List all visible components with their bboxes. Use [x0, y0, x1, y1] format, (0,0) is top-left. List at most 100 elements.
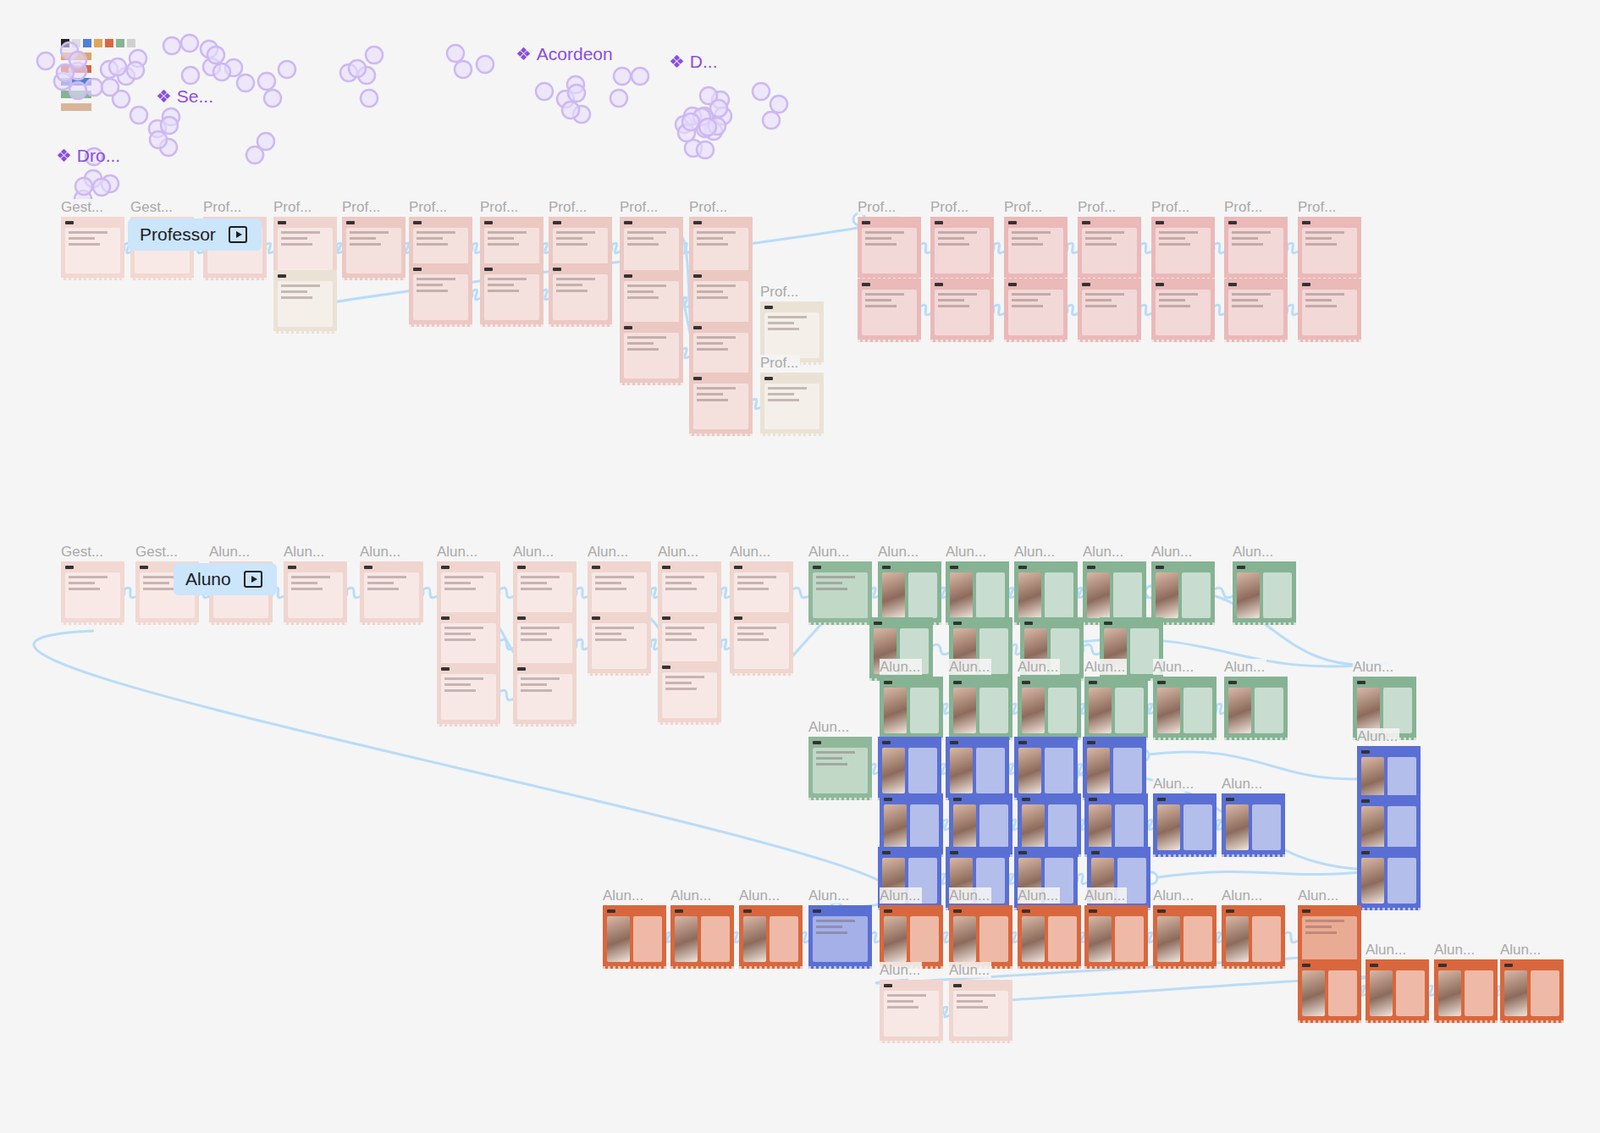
frame-label[interactable]: Prof...	[760, 354, 800, 371]
frame-label[interactable]: Alun...	[879, 961, 922, 978]
frame-label[interactable]: Prof...	[1224, 198, 1264, 216]
prototype-frame[interactable]: Prof...	[760, 372, 824, 436]
frame-label[interactable]: Alun...	[808, 718, 851, 735]
prototype-frame[interactable]	[657, 661, 722, 725]
component-label[interactable]: ❖Dro...	[55, 145, 121, 166]
prototype-frame[interactable]: Alun...	[877, 561, 942, 625]
prototype-frame[interactable]	[1082, 736, 1147, 800]
frame-label[interactable]: Prof...	[203, 198, 243, 216]
prototype-frame[interactable]: Alun...	[808, 561, 872, 625]
prototype-frame[interactable]	[587, 612, 652, 676]
prototype-frame[interactable]: Alun...	[1082, 561, 1147, 625]
prototype-frame[interactable]	[945, 736, 1010, 800]
frame-label[interactable]: Gest...	[60, 198, 105, 216]
prototype-frame[interactable]: Prof...	[1077, 216, 1142, 281]
frame-label[interactable]: Prof...	[1004, 198, 1044, 216]
prototype-frame[interactable]	[930, 278, 994, 343]
prototype-frame[interactable]: Alun...	[1017, 676, 1082, 740]
frame-label[interactable]: Gest...	[135, 543, 180, 560]
prototype-frame[interactable]	[480, 263, 544, 327]
prototype-frame[interactable]: Alun...	[283, 561, 348, 625]
frame-label[interactable]: Prof...	[619, 198, 660, 216]
frame-label[interactable]: Alun...	[948, 887, 992, 904]
frame-label[interactable]: Prof...	[1297, 198, 1338, 216]
frame-label[interactable]: Alun...	[1017, 887, 1060, 904]
frame-label[interactable]: Alun...	[359, 543, 403, 560]
prototype-frame[interactable]: Alun...	[739, 904, 803, 969]
prototype-frame[interactable]: Alun...	[1017, 904, 1082, 969]
frame-label[interactable]: Alun...	[670, 887, 713, 904]
prototype-frame[interactable]	[408, 263, 473, 327]
prototype-frame[interactable]	[436, 662, 501, 727]
prototype-frame[interactable]	[1151, 278, 1215, 343]
prototype-frame[interactable]: Alun...	[1365, 959, 1429, 1023]
frame-label[interactable]: Alun...	[1153, 658, 1196, 675]
frame-label[interactable]: Alun...	[1017, 658, 1060, 675]
prototype-frame[interactable]	[548, 263, 613, 327]
frame-label[interactable]: Alun...	[1084, 887, 1127, 904]
frame-label[interactable]: Gest...	[60, 543, 105, 560]
prototype-frame[interactable]: Prof...	[1151, 216, 1215, 281]
prototype-frame[interactable]	[1224, 278, 1288, 343]
frame-label[interactable]: Alun...	[948, 961, 992, 978]
prototype-frame[interactable]	[877, 736, 942, 800]
frame-label[interactable]: Alun...	[1153, 887, 1196, 904]
prototype-frame[interactable]: Alun...	[808, 736, 872, 800]
frame-label[interactable]: Alun...	[1297, 887, 1341, 904]
frame-label[interactable]: Alun...	[1014, 543, 1057, 560]
component-label[interactable]: ❖Se...	[155, 86, 214, 107]
flow-start-badge[interactable]: Aluno	[173, 562, 277, 596]
prototype-frame[interactable]: Alun...	[1153, 904, 1217, 969]
prototype-frame[interactable]	[619, 321, 684, 386]
frame-label[interactable]: Alun...	[1232, 543, 1275, 560]
frame-label[interactable]: Alun...	[657, 543, 701, 560]
prototype-frame[interactable]: Prof...	[1004, 216, 1068, 281]
frame-label[interactable]: Alun...	[1365, 941, 1408, 958]
prototype-frame[interactable]: Alun...	[879, 904, 944, 969]
frame-label[interactable]: Alun...	[879, 887, 922, 904]
prototype-frame[interactable]: Alun...	[1434, 959, 1498, 1023]
flow-start-badge[interactable]: Professor	[127, 218, 262, 251]
frame-label[interactable]: Alun...	[1500, 941, 1543, 958]
prototype-frame[interactable]: Alun...	[1224, 676, 1288, 740]
frame-label[interactable]: Alun...	[879, 658, 922, 675]
frame-label[interactable]: Alun...	[1153, 775, 1196, 792]
frame-label[interactable]: Alun...	[729, 543, 773, 560]
prototype-frame[interactable]: Alun...	[602, 904, 667, 969]
frame-label[interactable]: Alun...	[1357, 728, 1400, 745]
frame-label[interactable]: Alun...	[948, 658, 992, 675]
component-label[interactable]: ❖Acordeon	[515, 44, 613, 65]
prototype-frame[interactable]: Gest...	[60, 216, 125, 281]
prototype-frame[interactable]: Alun...	[1014, 561, 1078, 625]
prototype-frame[interactable]: Alun...	[1221, 904, 1286, 969]
prototype-frame[interactable]: Alun...	[1232, 561, 1297, 625]
prototype-frame[interactable]: Alun...	[879, 676, 944, 740]
prototype-frame[interactable]	[1077, 278, 1142, 343]
frame-label[interactable]: Prof...	[760, 283, 800, 300]
prototype-frame[interactable]	[1004, 278, 1068, 343]
component-label[interactable]: ❖D...	[668, 51, 718, 72]
figma-canvas[interactable]: Gest...Gest...Prof...Prof...Prof...Prof.…	[0, 0, 1600, 1133]
prototype-frame[interactable]	[857, 278, 922, 343]
prototype-frame[interactable]: Prof...	[342, 216, 406, 281]
frame-label[interactable]: Alun...	[877, 543, 921, 560]
prototype-frame[interactable]: Alun...	[670, 904, 734, 969]
prototype-frame[interactable]: Prof...	[857, 216, 922, 281]
frame-label[interactable]: Alun...	[1221, 887, 1264, 904]
frame-label[interactable]: Alun...	[1224, 658, 1267, 675]
frame-label[interactable]: Alun...	[739, 887, 782, 904]
frame-label[interactable]: Prof...	[342, 198, 382, 216]
prototype-frame[interactable]: Alun...	[1221, 793, 1286, 857]
frame-label[interactable]: Gest...	[130, 198, 175, 216]
frame-label[interactable]: Prof...	[548, 198, 589, 216]
frame-label[interactable]: Alun...	[1434, 941, 1477, 958]
prototype-frame[interactable]	[1297, 278, 1362, 343]
prototype-frame[interactable]: Alun...	[808, 904, 872, 969]
prototype-frame[interactable]	[689, 372, 753, 436]
prototype-frame[interactable]: Alun...	[1153, 793, 1217, 857]
frame-label[interactable]: Prof...	[857, 198, 898, 216]
prototype-frame[interactable]: Alun...	[945, 561, 1010, 625]
prototype-frame[interactable]: Alun...	[948, 676, 1013, 740]
frame-label[interactable]: Alun...	[1082, 543, 1126, 560]
frame-label[interactable]: Alun...	[808, 543, 851, 560]
